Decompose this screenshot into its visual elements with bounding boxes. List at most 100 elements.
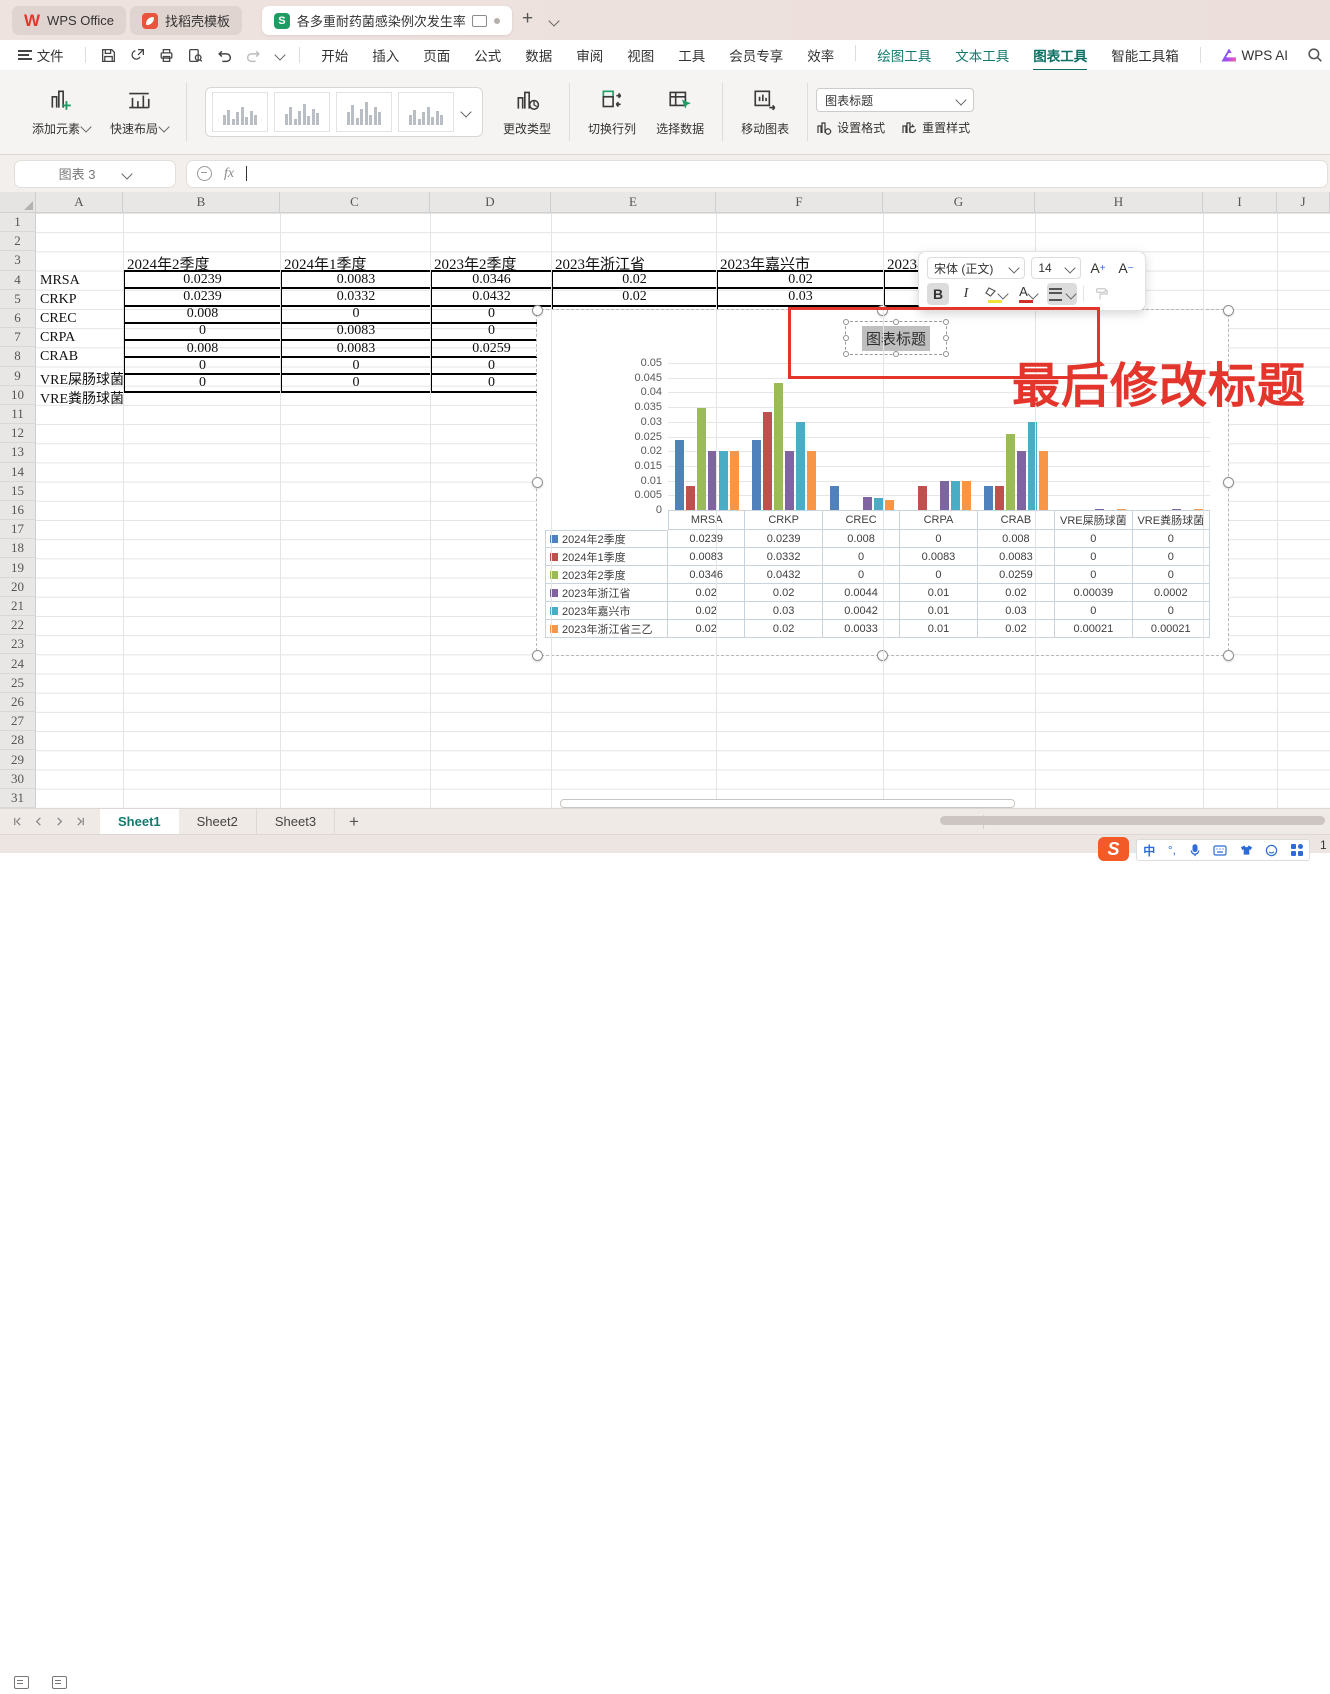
tab-docer-templates[interactable]: 找稻壳模板 <box>130 6 242 35</box>
bar-2023年浙江省[interactable] <box>785 451 794 510</box>
outline-icon[interactable] <box>52 1676 81 1694</box>
bar-2023年浙江省[interactable] <box>940 481 949 510</box>
row-header-10[interactable]: 10 <box>0 386 36 405</box>
prev-sheet-icon[interactable] <box>33 816 44 827</box>
chart-style-gallery[interactable] <box>205 87 483 137</box>
bold-button[interactable]: B <box>927 283 949 305</box>
row-header-11[interactable]: 11 <box>0 405 36 424</box>
cell-value[interactable]: 0.0332 <box>282 289 432 306</box>
column-header-J[interactable]: J <box>1277 192 1330 213</box>
cell-value[interactable]: 0 <box>432 375 553 392</box>
cell-row-label[interactable]: CRAB <box>40 349 78 365</box>
skin-shirt-icon[interactable] <box>1240 844 1253 856</box>
chart-resize-handle[interactable] <box>1223 650 1234 661</box>
bar-2023年浙江省三乙[interactable] <box>962 481 971 510</box>
chart-resize-handle[interactable] <box>532 477 543 488</box>
name-box[interactable]: 图表 3 <box>14 160 176 188</box>
menu-数据[interactable]: 数据 <box>513 45 564 65</box>
row-header-22[interactable]: 22 <box>0 616 36 635</box>
menu-图表工具[interactable]: 图表工具 <box>1021 45 1099 65</box>
row-header-19[interactable]: 19 <box>0 558 36 577</box>
row-header-9[interactable]: 9 <box>0 367 36 386</box>
bar-2024年1季度[interactable] <box>918 486 927 510</box>
undo-icon[interactable] <box>216 47 233 64</box>
toolbox-grid-icon[interactable] <box>1291 844 1303 856</box>
chart-style-thumbnail[interactable] <box>212 92 268 132</box>
row-header-26[interactable]: 26 <box>0 693 36 712</box>
row-header-30[interactable]: 30 <box>0 770 36 789</box>
row-header-16[interactable]: 16 <box>0 501 36 520</box>
chart-style-thumbnail[interactable] <box>274 92 330 132</box>
cell-value[interactable]: 0.0083 <box>282 341 432 358</box>
save-icon[interactable] <box>100 47 117 64</box>
cell-value[interactable]: 0 <box>282 375 432 392</box>
menu-file[interactable]: 文件 <box>35 45 76 65</box>
cell-row-label[interactable]: VRE屎肠球菌 <box>40 369 124 389</box>
row-header-2[interactable]: 2 <box>0 232 36 251</box>
row-header-6[interactable]: 6 <box>0 309 36 328</box>
last-sheet-icon[interactable] <box>75 816 86 827</box>
change-type-button[interactable]: 更改类型 <box>493 85 561 139</box>
tab-wps-home[interactable]: W WPS Office <box>12 6 126 35</box>
row-header-17[interactable]: 17 <box>0 520 36 539</box>
bar-2023年嘉兴市[interactable] <box>796 422 805 510</box>
column-header-H[interactable]: H <box>1035 192 1203 213</box>
cell-value[interactable]: 0.008 <box>125 307 282 324</box>
more-actions-chevron-icon[interactable] <box>274 51 284 59</box>
row-header-12[interactable]: 12 <box>0 424 36 443</box>
chart-resize-handle[interactable] <box>1223 477 1234 488</box>
chart-element-dropdown[interactable]: 图表标题 <box>816 88 974 112</box>
bar-2023年嘉兴市[interactable] <box>874 498 883 510</box>
bar-2023年2季度[interactable] <box>1006 434 1015 510</box>
cell-value[interactable]: 0.0239 <box>125 272 282 289</box>
quick-layout-button[interactable]: 快速布局 <box>100 85 178 139</box>
cell-row-label[interactable]: CRKP <box>40 292 77 308</box>
menu-效率[interactable]: 效率 <box>795 45 846 65</box>
cell-row-label[interactable]: CRPA <box>40 330 75 346</box>
move-chart-button[interactable]: 移动图表 <box>731 85 799 139</box>
cell-value[interactable]: 0.02 <box>553 272 718 289</box>
row-header-21[interactable]: 21 <box>0 597 36 616</box>
menu-toolbox[interactable]: 智能工具箱 <box>1099 45 1191 65</box>
ime-chinese-mode[interactable]: 中 <box>1143 842 1155 859</box>
bar-2024年1季度[interactable] <box>995 486 1004 510</box>
cell-value[interactable]: 0 <box>432 324 553 341</box>
cell-value[interactable]: 0 <box>432 358 553 375</box>
row-header-7[interactable]: 7 <box>0 328 36 347</box>
add-element-button[interactable]: 添加元素 <box>22 85 100 139</box>
font-color-button[interactable]: A <box>1015 283 1041 305</box>
cell-value[interactable]: 0 <box>125 358 282 375</box>
bar-group-CRPA[interactable] <box>900 363 977 510</box>
row-header-23[interactable]: 23 <box>0 635 36 654</box>
column-header-E[interactable]: E <box>551 192 716 213</box>
menu-页面[interactable]: 页面 <box>411 45 462 65</box>
redo-icon[interactable] <box>245 47 262 64</box>
tab-list-chevron-icon[interactable] <box>548 14 558 32</box>
set-format-button[interactable]: 设置格式 <box>816 119 885 136</box>
column-header-B[interactable]: B <box>123 192 280 213</box>
floating-scrollbar[interactable] <box>560 799 1015 808</box>
bar-2023年嘉兴市[interactable] <box>1028 422 1037 510</box>
font-size-select[interactable]: 14 <box>1031 257 1081 279</box>
row-header-27[interactable]: 27 <box>0 712 36 731</box>
bar-group-CRKP[interactable] <box>745 363 822 510</box>
new-tab-button[interactable]: + <box>522 8 533 30</box>
zoom-out-icon[interactable] <box>197 166 212 181</box>
bar-2023年2季度[interactable] <box>697 408 706 510</box>
add-sheet-button[interactable]: + <box>335 812 373 832</box>
bar-2024年1季度[interactable] <box>686 486 695 510</box>
row-header-24[interactable]: 24 <box>0 654 36 673</box>
fill-color-button[interactable] <box>983 283 1009 305</box>
emoji-icon[interactable] <box>1265 844 1278 857</box>
italic-button[interactable]: I <box>955 283 977 305</box>
column-header-D[interactable]: D <box>430 192 551 213</box>
next-sheet-icon[interactable] <box>54 816 65 827</box>
row-header-31[interactable]: 31 <box>0 789 36 808</box>
macro-icon[interactable] <box>14 1676 43 1694</box>
column-header-G[interactable]: G <box>883 192 1035 213</box>
bar-2024年2季度[interactable] <box>752 440 761 510</box>
row-header-1[interactable]: 1 <box>0 213 36 232</box>
increase-font-button[interactable]: A+ <box>1087 257 1109 279</box>
row-header-25[interactable]: 25 <box>0 674 36 693</box>
row-header-4[interactable]: 4 <box>0 271 36 290</box>
